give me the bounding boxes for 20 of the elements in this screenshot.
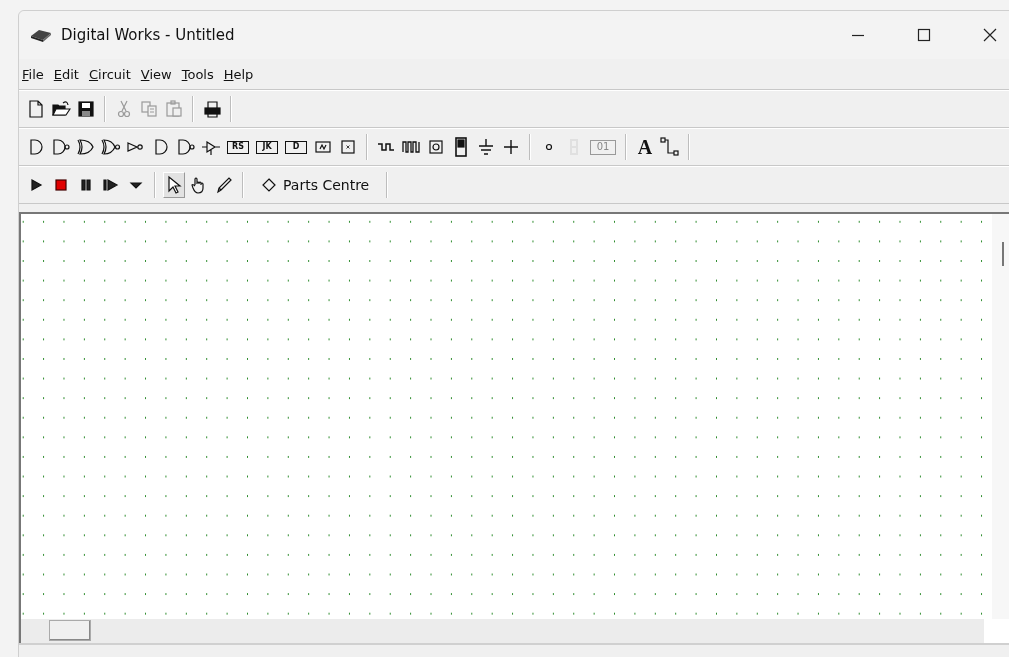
menu-item[interactable]: Help [223, 66, 254, 82]
menu-item[interactable]: Tools [181, 66, 214, 82]
diamond-icon [261, 177, 277, 193]
chip-tool-button[interactable]: D [285, 140, 307, 154]
menu-item[interactable]: File [22, 66, 44, 82]
parts-centre-button[interactable]: Parts Centre [251, 172, 380, 198]
chip-tool-button[interactable]: JK [256, 140, 278, 154]
menu-item[interactable]: Edit [53, 66, 79, 82]
window-title: Digital Works - Untitled [61, 26, 235, 44]
scrollbar-thumb[interactable] [49, 620, 91, 641]
close-icon[interactable] [982, 27, 998, 43]
chip-icon [29, 27, 53, 43]
chip-tool-button[interactable]: RS [227, 140, 249, 154]
horizontal-scrollbar[interactable] [21, 619, 984, 643]
menu-item[interactable]: Circuit [88, 66, 131, 82]
text-tool-button[interactable]: A [634, 134, 656, 160]
maximize-icon[interactable] [916, 27, 932, 43]
menu-item[interactable]: View [140, 66, 172, 82]
pointer-icon[interactable] [163, 172, 185, 198]
scrollbar-thumb[interactable] [1002, 242, 1004, 266]
